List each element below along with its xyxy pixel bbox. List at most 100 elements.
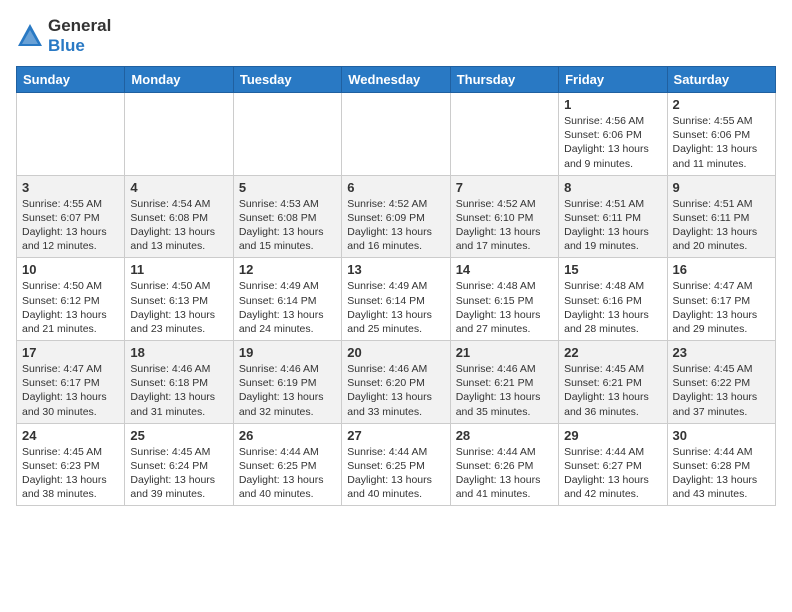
- week-row-2: 10 Sunrise: 4:50 AM Sunset: 6:12 PM Dayli…: [17, 258, 776, 341]
- calendar-cell: 20 Sunrise: 4:46 AM Sunset: 6:20 PM Dayli…: [342, 341, 450, 424]
- weekday-header-friday: Friday: [559, 67, 667, 93]
- calendar-cell: 11 Sunrise: 4:50 AM Sunset: 6:13 PM Dayli…: [125, 258, 233, 341]
- day-info: Sunrise: 4:52 AM Sunset: 6:10 PM Dayligh…: [456, 197, 553, 254]
- calendar-cell: 16 Sunrise: 4:47 AM Sunset: 6:17 PM Dayli…: [667, 258, 775, 341]
- calendar-cell: 12 Sunrise: 4:49 AM Sunset: 6:14 PM Dayli…: [233, 258, 341, 341]
- day-info: Sunrise: 4:48 AM Sunset: 6:16 PM Dayligh…: [564, 279, 661, 336]
- day-info: Sunrise: 4:44 AM Sunset: 6:26 PM Dayligh…: [456, 445, 553, 502]
- day-number: 12: [239, 262, 336, 277]
- header: General Blue: [16, 16, 776, 56]
- calendar-cell: 15 Sunrise: 4:48 AM Sunset: 6:16 PM Dayli…: [559, 258, 667, 341]
- day-info: Sunrise: 4:46 AM Sunset: 6:20 PM Dayligh…: [347, 362, 444, 419]
- day-info: Sunrise: 4:55 AM Sunset: 6:06 PM Dayligh…: [673, 114, 770, 171]
- day-info: Sunrise: 4:53 AM Sunset: 6:08 PM Dayligh…: [239, 197, 336, 254]
- calendar-cell: 2 Sunrise: 4:55 AM Sunset: 6:06 PM Daylig…: [667, 93, 775, 176]
- day-info: Sunrise: 4:44 AM Sunset: 6:28 PM Dayligh…: [673, 445, 770, 502]
- calendar-cell: 14 Sunrise: 4:48 AM Sunset: 6:15 PM Dayli…: [450, 258, 558, 341]
- logo-general: General: [48, 16, 111, 35]
- day-number: 30: [673, 428, 770, 443]
- calendar-cell: 29 Sunrise: 4:44 AM Sunset: 6:27 PM Dayli…: [559, 423, 667, 506]
- weekday-header-monday: Monday: [125, 67, 233, 93]
- day-info: Sunrise: 4:44 AM Sunset: 6:27 PM Dayligh…: [564, 445, 661, 502]
- day-info: Sunrise: 4:49 AM Sunset: 6:14 PM Dayligh…: [239, 279, 336, 336]
- calendar-cell: 13 Sunrise: 4:49 AM Sunset: 6:14 PM Dayli…: [342, 258, 450, 341]
- day-info: Sunrise: 4:45 AM Sunset: 6:24 PM Dayligh…: [130, 445, 227, 502]
- calendar-table: SundayMondayTuesdayWednesdayThursdayFrid…: [16, 66, 776, 506]
- calendar-cell: 1Sunrise: 4:56 AM Sunset: 6:06 PM Daylig…: [559, 93, 667, 176]
- week-row-4: 24Sunrise: 4:45 AM Sunset: 6:23 PM Dayli…: [17, 423, 776, 506]
- day-number: 25: [130, 428, 227, 443]
- weekday-header-row: SundayMondayTuesdayWednesdayThursdayFrid…: [17, 67, 776, 93]
- day-number: 13: [347, 262, 444, 277]
- day-number: 11: [130, 262, 227, 277]
- day-number: 10: [22, 262, 119, 277]
- day-number: 8: [564, 180, 661, 195]
- day-number: 14: [456, 262, 553, 277]
- calendar-cell: 25 Sunrise: 4:45 AM Sunset: 6:24 PM Dayli…: [125, 423, 233, 506]
- logo-icon: [16, 22, 44, 50]
- day-info: Sunrise: 4:55 AM Sunset: 6:07 PM Dayligh…: [22, 197, 119, 254]
- calendar-cell: [342, 93, 450, 176]
- calendar-cell: 23 Sunrise: 4:45 AM Sunset: 6:22 PM Dayli…: [667, 341, 775, 424]
- day-info: Sunrise: 4:48 AM Sunset: 6:15 PM Dayligh…: [456, 279, 553, 336]
- day-number: 15: [564, 262, 661, 277]
- calendar-cell: 5 Sunrise: 4:53 AM Sunset: 6:08 PM Daylig…: [233, 175, 341, 258]
- calendar-cell: 21 Sunrise: 4:46 AM Sunset: 6:21 PM Dayli…: [450, 341, 558, 424]
- day-number: 23: [673, 345, 770, 360]
- day-info: Sunrise: 4:46 AM Sunset: 6:18 PM Dayligh…: [130, 362, 227, 419]
- day-info: Sunrise: 4:47 AM Sunset: 6:17 PM Dayligh…: [22, 362, 119, 419]
- day-number: 16: [673, 262, 770, 277]
- day-number: 21: [456, 345, 553, 360]
- day-info: Sunrise: 4:50 AM Sunset: 6:13 PM Dayligh…: [130, 279, 227, 336]
- calendar-cell: [17, 93, 125, 176]
- calendar-cell: 30 Sunrise: 4:44 AM Sunset: 6:28 PM Dayli…: [667, 423, 775, 506]
- week-row-1: 3Sunrise: 4:55 AM Sunset: 6:07 PM Daylig…: [17, 175, 776, 258]
- day-info: Sunrise: 4:44 AM Sunset: 6:25 PM Dayligh…: [239, 445, 336, 502]
- day-info: Sunrise: 4:44 AM Sunset: 6:25 PM Dayligh…: [347, 445, 444, 502]
- calendar-cell: 28 Sunrise: 4:44 AM Sunset: 6:26 PM Dayli…: [450, 423, 558, 506]
- calendar-cell: [125, 93, 233, 176]
- calendar-cell: 27Sunrise: 4:44 AM Sunset: 6:25 PM Dayli…: [342, 423, 450, 506]
- day-number: 9: [673, 180, 770, 195]
- day-number: 28: [456, 428, 553, 443]
- day-number: 1: [564, 97, 661, 112]
- calendar-cell: 6 Sunrise: 4:52 AM Sunset: 6:09 PM Daylig…: [342, 175, 450, 258]
- day-info: Sunrise: 4:46 AM Sunset: 6:21 PM Dayligh…: [456, 362, 553, 419]
- day-info: Sunrise: 4:51 AM Sunset: 6:11 PM Dayligh…: [673, 197, 770, 254]
- calendar-cell: 8Sunrise: 4:51 AM Sunset: 6:11 PM Daylig…: [559, 175, 667, 258]
- calendar-cell: 22Sunrise: 4:45 AM Sunset: 6:21 PM Dayli…: [559, 341, 667, 424]
- day-number: 22: [564, 345, 661, 360]
- day-info: Sunrise: 4:54 AM Sunset: 6:08 PM Dayligh…: [130, 197, 227, 254]
- day-number: 17: [22, 345, 119, 360]
- day-info: Sunrise: 4:50 AM Sunset: 6:12 PM Dayligh…: [22, 279, 119, 336]
- day-number: 2: [673, 97, 770, 112]
- calendar-cell: 18Sunrise: 4:46 AM Sunset: 6:18 PM Dayli…: [125, 341, 233, 424]
- calendar-cell: 26 Sunrise: 4:44 AM Sunset: 6:25 PM Dayli…: [233, 423, 341, 506]
- day-number: 29: [564, 428, 661, 443]
- day-info: Sunrise: 4:45 AM Sunset: 6:22 PM Dayligh…: [673, 362, 770, 419]
- weekday-header-saturday: Saturday: [667, 67, 775, 93]
- calendar-cell: 9 Sunrise: 4:51 AM Sunset: 6:11 PM Daylig…: [667, 175, 775, 258]
- calendar-cell: 3Sunrise: 4:55 AM Sunset: 6:07 PM Daylig…: [17, 175, 125, 258]
- calendar-cell: 24Sunrise: 4:45 AM Sunset: 6:23 PM Dayli…: [17, 423, 125, 506]
- day-number: 5: [239, 180, 336, 195]
- calendar-cell: 7 Sunrise: 4:52 AM Sunset: 6:10 PM Daylig…: [450, 175, 558, 258]
- day-number: 24: [22, 428, 119, 443]
- day-number: 26: [239, 428, 336, 443]
- day-info: Sunrise: 4:52 AM Sunset: 6:09 PM Dayligh…: [347, 197, 444, 254]
- week-row-3: 17 Sunrise: 4:47 AM Sunset: 6:17 PM Dayli…: [17, 341, 776, 424]
- day-number: 20: [347, 345, 444, 360]
- calendar-cell: 10 Sunrise: 4:50 AM Sunset: 6:12 PM Dayli…: [17, 258, 125, 341]
- day-number: 7: [456, 180, 553, 195]
- day-number: 19: [239, 345, 336, 360]
- calendar-cell: 4Sunrise: 4:54 AM Sunset: 6:08 PM Daylig…: [125, 175, 233, 258]
- day-number: 6: [347, 180, 444, 195]
- weekday-header-thursday: Thursday: [450, 67, 558, 93]
- week-row-0: 1Sunrise: 4:56 AM Sunset: 6:06 PM Daylig…: [17, 93, 776, 176]
- day-info: Sunrise: 4:47 AM Sunset: 6:17 PM Dayligh…: [673, 279, 770, 336]
- weekday-header-sunday: Sunday: [17, 67, 125, 93]
- calendar-cell: 17 Sunrise: 4:47 AM Sunset: 6:17 PM Dayli…: [17, 341, 125, 424]
- calendar-cell: [450, 93, 558, 176]
- day-info: Sunrise: 4:49 AM Sunset: 6:14 PM Dayligh…: [347, 279, 444, 336]
- weekday-header-tuesday: Tuesday: [233, 67, 341, 93]
